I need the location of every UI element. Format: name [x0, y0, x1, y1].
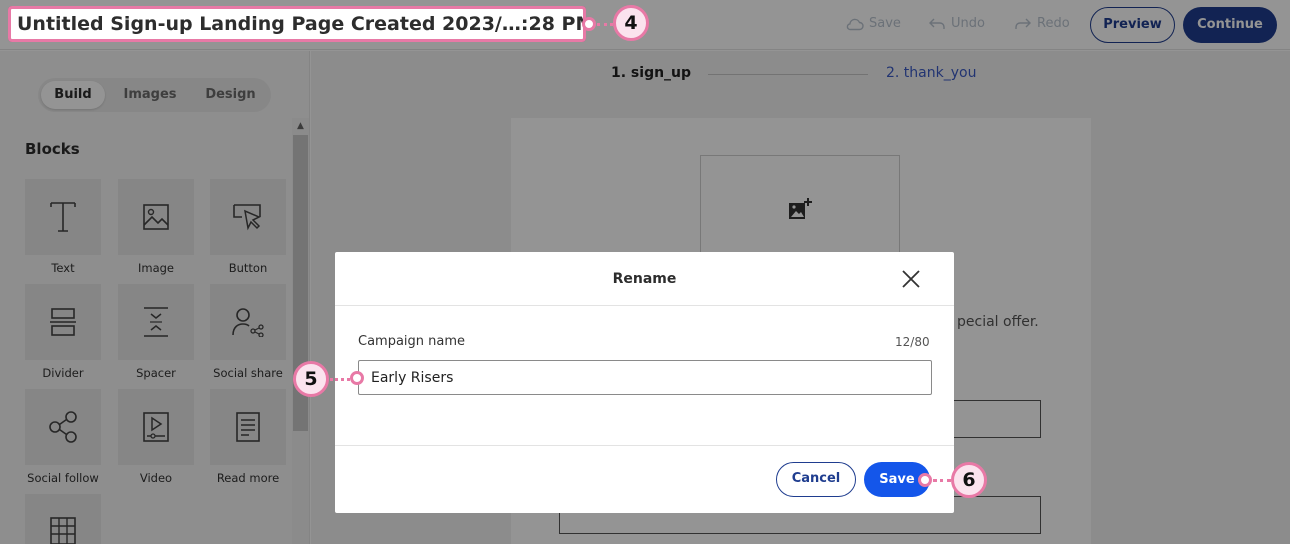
rename-dialog: Rename Campaign name 12/80 Cancel Save: [335, 252, 954, 513]
callout-badge: 4: [613, 5, 649, 41]
callout-anchor: [918, 473, 932, 487]
callout-connector: [597, 23, 613, 26]
dialog-footer-divider: [335, 445, 954, 446]
cancel-button[interactable]: Cancel: [776, 462, 856, 497]
dialog-header: Rename: [335, 252, 954, 306]
callout-badge: 5: [293, 361, 329, 397]
campaign-name-input[interactable]: [358, 360, 932, 395]
callout-anchor: [582, 17, 596, 31]
callout-anchor: [350, 371, 364, 385]
close-icon[interactable]: [901, 269, 921, 289]
callout-connector: [330, 378, 350, 381]
dialog-title: Rename: [612, 271, 677, 287]
callout-connector: [933, 479, 951, 482]
character-counter: 12/80: [895, 335, 930, 349]
page-title-highlighted[interactable]: Untitled Sign-up Landing Page Created 20…: [8, 6, 586, 42]
callout-badge: 6: [951, 462, 987, 498]
campaign-name-label: Campaign name: [358, 334, 466, 349]
